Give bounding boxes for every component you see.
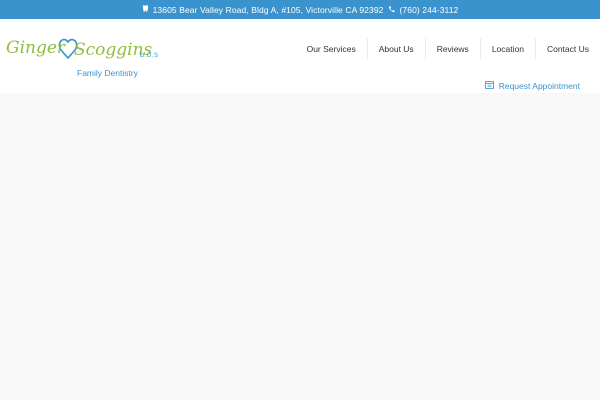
request-appointment-label: Request Appointment [498,81,580,91]
logo-suffix: D.D.S [140,53,159,59]
site-logo[interactable]: Ginger Scoggins D.D.S Family Dentistry [4,28,164,88]
calendar-icon [484,81,494,91]
phone-text: (760) 244-3112 [399,4,459,15]
address-segment[interactable]: 13605 Bear Valley Road, Bldg A, #105, Vi… [142,5,384,15]
nav-item-location[interactable]: Location [479,38,535,60]
request-appointment-button[interactable]: Request Appointment [484,81,580,91]
phone-icon [388,5,396,15]
nav-item-contact-us[interactable]: Contact Us [534,38,600,60]
nav-item-our-services[interactable]: Our Services [296,38,367,60]
logo-subtitle: Family Dentistry [77,68,138,78]
main-content [0,93,600,400]
top-info-bar: 13605 Bear Valley Road, Bldg A, #105, Vi… [0,0,600,19]
nav-item-about-us[interactable]: About Us [366,38,425,60]
phone-segment[interactable]: (760) 244-3112 [388,5,458,15]
main-nav: Our Services About Us Reviews Location C… [296,38,600,60]
site-header: Ginger Scoggins D.D.S Family Dentistry O… [0,19,600,93]
nav-item-reviews[interactable]: Reviews [424,38,480,60]
tooth-icon [142,4,149,15]
logo-first-name: Ginger [6,38,66,58]
address-text: 13605 Bear Valley Road, Bldg A, #105, Vi… [152,4,384,15]
